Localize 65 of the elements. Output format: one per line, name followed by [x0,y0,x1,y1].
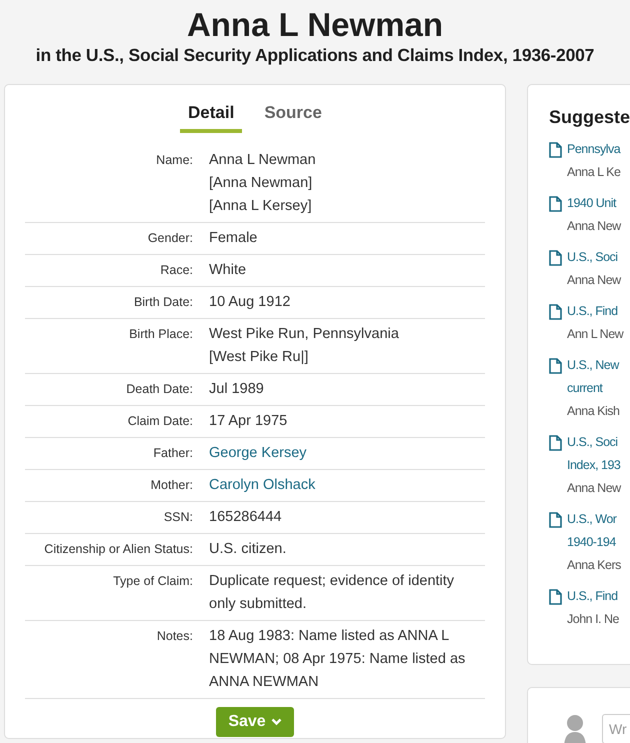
field-label: Race: [159,262,193,279]
field-value: White [209,261,248,280]
document-icon [549,304,562,320]
avatar-icon [562,714,588,743]
field-label: Birth Place: [128,326,193,343]
person-name: Anna L Ke [567,164,620,181]
chevron-down-icon [270,718,282,726]
field-value: 17 Apr 1975 [209,412,288,431]
record-link[interactable]: U.S., Find [567,300,624,323]
field-label: Mother: [150,477,193,494]
field-label: Claim Date: [126,413,193,430]
field-value: [Anna Newman] [209,174,314,193]
collection-subtitle: in the U.S., Social Security Applications and Claims Index, 1936-2007 [36,45,594,65]
field-value: Anna L Newman [209,151,317,170]
comment-field[interactable]: Wr [602,714,630,743]
field-label: Death Date: [125,381,193,398]
document-icon [549,589,562,605]
person-name: Anna Kish [567,403,620,420]
suggested-heading: Suggeste [549,107,630,128]
field-label: Notes: [156,628,193,645]
record-title: Anna L Newman [186,6,444,44]
document-icon [549,250,562,266]
field-value: 10 Aug 1912 [209,293,292,312]
field-label: Gender: [146,230,193,247]
field-value: 165286444 [209,508,283,527]
record-link[interactable]: Index, 193 [567,454,621,477]
document-icon [549,358,562,374]
record-link[interactable]: U.S., Soci [567,431,621,454]
record-link[interactable]: U.S., Wor [567,508,621,531]
field-label: Name: [155,152,193,169]
person-name: Anna Kers [567,557,621,574]
document-icon [549,196,562,212]
tab[interactable]: Detail [180,99,242,133]
field-value: West Pike Run, Pennsylvania [209,325,400,344]
field-value: Duplicate request; evidence of identity only submitted. [209,572,456,614]
record-link[interactable]: U.S., New [567,354,620,377]
save-button[interactable]: Save [216,707,294,737]
document-icon [549,435,562,451]
record-link[interactable]: 1940-194 [567,531,621,554]
record-link[interactable]: current [567,377,620,400]
person-name: John I. Ne [567,611,619,628]
field-value: [West Pike Ru|] [209,348,310,367]
document-icon [549,512,562,528]
field-label: Citizenship or Alien Status: [43,541,193,558]
field-label: SSN: [162,509,193,526]
person-link[interactable]: George Kersey [209,442,479,465]
record-link[interactable]: Pennsylva [567,138,620,161]
document-icon [549,142,562,158]
person-link[interactable]: Carolyn Olshack [209,474,479,497]
field-value: 18 Aug 1983: Name listed as ANNA L NEWMAN; 08 Apr 1975: Name listed as ANNA NEWMAN [209,627,466,692]
record-link[interactable]: U.S., Find [567,585,619,608]
field-value: Female [209,229,258,248]
field-value: U.S. citizen. [209,540,288,559]
field-label: Father: [152,445,193,462]
person-name: Anna New [567,272,621,289]
tab[interactable]: Source [256,99,330,133]
person-name: Anna New [567,480,621,497]
field-label: Type of Claim: [112,573,193,590]
person-name: Ann L New [567,326,624,343]
field-label: Birth Date: [132,294,193,311]
record-link[interactable]: 1940 Unit [567,192,621,215]
field-value: [Anna L Kersey] [209,197,313,216]
field-value: Jul 1989 [209,380,265,399]
person-name: Anna New [567,218,621,235]
record-link[interactable]: U.S., Soci [567,246,621,269]
